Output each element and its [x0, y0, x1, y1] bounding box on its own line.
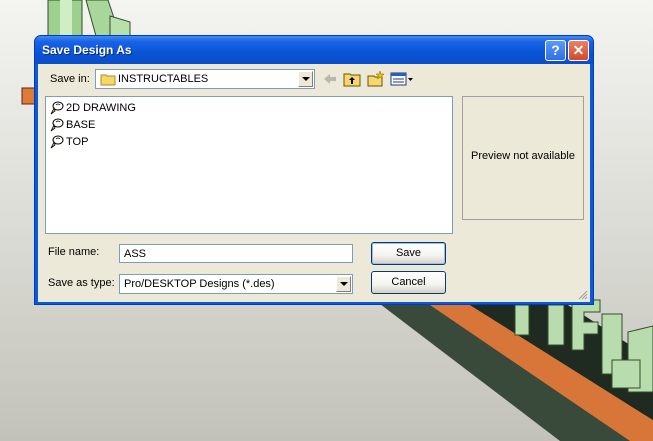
save-in-value: INSTRUCTABLES: [118, 73, 209, 85]
up-folder-icon[interactable]: [343, 70, 361, 88]
save-in-dropdown-button[interactable]: [298, 71, 313, 87]
help-icon: ?: [551, 42, 560, 58]
resize-grip-icon[interactable]: [576, 288, 588, 300]
cancel-button[interactable]: Cancel: [371, 271, 446, 294]
preview-panel: Preview not available: [462, 96, 584, 220]
file-name-value: ASS: [124, 248, 147, 260]
file-name-input[interactable]: ASS: [119, 244, 353, 263]
save-as-type-value: Pro/DESKTOP Designs (*.des): [124, 278, 275, 290]
design-file-icon: [50, 118, 64, 132]
title-bar[interactable]: Save Design As ? ✕: [35, 36, 593, 64]
file-name-text: BASE: [66, 119, 96, 131]
new-folder-icon[interactable]: [367, 70, 385, 88]
back-arrow-icon[interactable]: [322, 70, 338, 88]
design-file-icon: [50, 101, 64, 115]
save-in-combo[interactable]: INSTRUCTABLES: [95, 69, 315, 89]
file-list[interactable]: 2D DRAWING BASE TOP: [45, 96, 453, 234]
save-as-type-select[interactable]: Pro/DESKTOP Designs (*.des): [119, 274, 353, 294]
help-button[interactable]: ?: [545, 40, 566, 61]
preview-text: Preview not available: [471, 150, 575, 162]
save-as-type-label: Save as type:: [48, 277, 115, 289]
file-name-text: 2D DRAWING: [66, 102, 136, 114]
close-icon: ✕: [572, 42, 585, 58]
design-file-icon: [50, 135, 64, 149]
file-name-label: File name:: [48, 246, 100, 258]
save-design-dialog: Save Design As ? ✕ Save in: INSTRUCTABLE…: [34, 35, 594, 305]
file-name-text: TOP: [66, 136, 89, 148]
dialog-client-area: Save in: INSTRUCTABLES 2D DRAWING BASE T…: [38, 64, 590, 302]
green-extruded-letters-top: [47, 0, 131, 37]
folder-icon: [100, 74, 116, 86]
save-button[interactable]: Save: [371, 242, 446, 265]
save-as-type-dropdown-button[interactable]: [336, 276, 351, 292]
dialog-title: Save Design As: [42, 43, 132, 57]
save-in-label: Save in:: [50, 73, 90, 85]
view-menu-icon[interactable]: [390, 70, 414, 88]
close-button[interactable]: ✕: [568, 40, 589, 61]
